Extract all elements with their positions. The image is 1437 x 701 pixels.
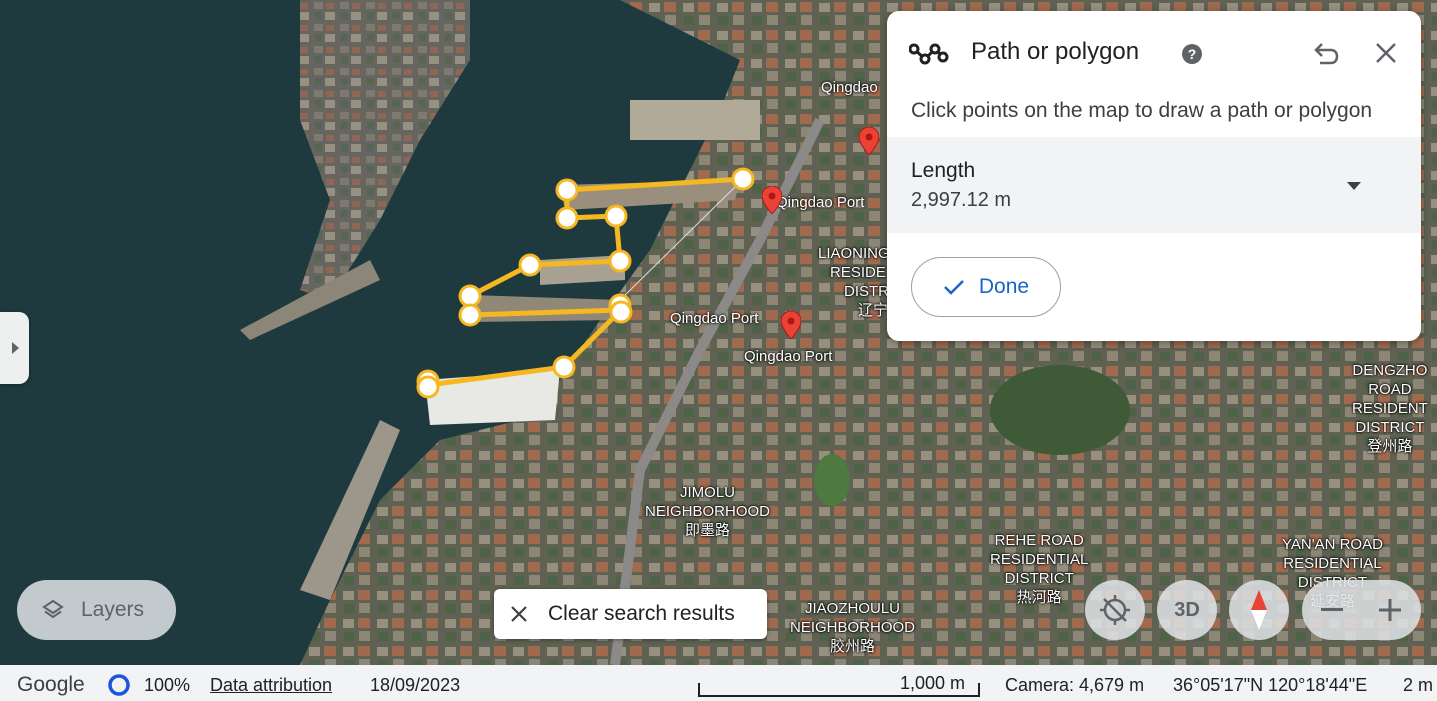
close-icon[interactable] (1374, 41, 1398, 65)
chevron-right-icon (11, 342, 19, 354)
district-label-line: LIAONING (818, 245, 890, 262)
zoom-in-icon[interactable] (1379, 599, 1401, 621)
district-label: DENGZHO ROAD RESIDENT DISTRICT 登州路 (1352, 361, 1428, 456)
clear-search-label: Clear search results (548, 602, 735, 625)
district-label-line: DISTR (844, 283, 889, 300)
cursor-coordinates: 36°05'17"N 120°18'44"E (1173, 675, 1368, 695)
expand-sidebar-button[interactable] (0, 312, 29, 384)
district-label-line: RESIDENTIAL (990, 551, 1089, 568)
elevation: 2 m (1403, 675, 1434, 695)
clear-search-results-button[interactable]: Clear search results (494, 589, 767, 639)
district-label: JIAOZHOULU NEIGHBORHOOD 胶州路 (790, 599, 915, 656)
close-icon (511, 606, 527, 622)
district-label: LIAONING RESIDE DISTR 辽宁 (818, 244, 890, 320)
undo-icon[interactable] (1311, 39, 1339, 67)
panel-instructions: Click points on the map to draw a path o… (911, 99, 1373, 122)
scale-label: 1,000 m (900, 673, 966, 693)
loading-ring-icon (108, 674, 130, 696)
measure-panel-header: Path or polygon ? (887, 11, 1421, 95)
district-label-line: 胶州路 (830, 638, 876, 655)
done-button[interactable]: Done (911, 257, 1061, 317)
district-label-line: DISTRICT (1004, 570, 1074, 587)
3d-label: 3D (1174, 598, 1200, 621)
check-icon (944, 280, 964, 295)
district-label-line: DENGZHO (1352, 362, 1428, 379)
district-label-line: RESIDENTIAL (1283, 555, 1382, 572)
toggle-3d-button[interactable]: 3D (1157, 580, 1217, 640)
done-label: Done (978, 275, 1030, 298)
layers-icon (42, 599, 64, 619)
district-label-line: RESIDENT (1352, 400, 1428, 417)
map-pin-icon[interactable] (762, 186, 782, 214)
district-label-line: JIAOZHOULU (805, 600, 901, 617)
district-label-line: NEIGHBORHOOD (645, 503, 771, 520)
district-label-line: JIMOLU (680, 484, 736, 501)
status-bar: Google 100% Data attribution 18/09/2023 … (0, 665, 1437, 701)
my-location-button[interactable] (1085, 580, 1145, 640)
compass-icon (1251, 590, 1267, 630)
poi-label[interactable]: Qingdao (821, 79, 878, 96)
district-label-line: 即墨路 (685, 522, 731, 539)
dropdown-arrow-icon[interactable] (1346, 181, 1362, 191)
data-attribution-link[interactable]: Data attribution (210, 675, 332, 696)
panel-title: Path or polygon (971, 38, 1140, 65)
svg-text:?: ? (1188, 46, 1197, 62)
district-label-line: REHE ROAD (994, 532, 1084, 549)
compass-button[interactable] (1229, 580, 1289, 640)
map-pin-icon[interactable] (781, 311, 801, 339)
poi-label[interactable]: Qingdao Port (744, 348, 832, 365)
layers-button[interactable]: Layers (17, 580, 176, 640)
metric-label: Length (911, 159, 976, 182)
district-label-line: YAN'AN ROAD (1282, 536, 1383, 553)
path-polygon-icon (909, 43, 949, 65)
zoom-controls (1302, 580, 1421, 640)
help-icon[interactable]: ? (1181, 43, 1203, 65)
district-label: JIMOLU NEIGHBORHOOD 即墨路 (645, 483, 770, 540)
camera-altitude: Camera: 4,679 m (1005, 675, 1145, 695)
district-label-line: RESIDE (830, 264, 886, 281)
imagery-date: 18/09/2023 (370, 675, 461, 695)
district-label-line: 辽宁 (858, 302, 889, 319)
location-disabled-icon (1100, 595, 1130, 625)
metric-value: 2,997.12 m (911, 189, 1012, 211)
district-label-line: NEIGHBORHOOD (790, 619, 916, 636)
layers-label: Layers (81, 598, 145, 621)
zoom-out-icon[interactable] (1321, 608, 1343, 612)
district-label: REHE ROAD RESIDENTIAL DISTRICT 热河路 (990, 531, 1088, 607)
district-label-line: 登州路 (1367, 438, 1413, 455)
map-pin-icon[interactable] (859, 127, 879, 155)
district-label-line: 热河路 (1016, 589, 1062, 606)
measure-panel: Path or polygon ? Click points on the ma… (887, 11, 1421, 341)
poi-label[interactable]: Qingdao Port (670, 310, 758, 327)
measurement-selector[interactable]: Length 2,997.12 m (887, 137, 1421, 233)
poi-label[interactable]: Qingdao Port (776, 194, 864, 211)
district-label-line: DISTRICT (1355, 419, 1425, 436)
district-label-line: ROAD (1368, 381, 1412, 398)
load-percent: 100% (144, 675, 191, 695)
google-logo: Google (17, 673, 85, 696)
